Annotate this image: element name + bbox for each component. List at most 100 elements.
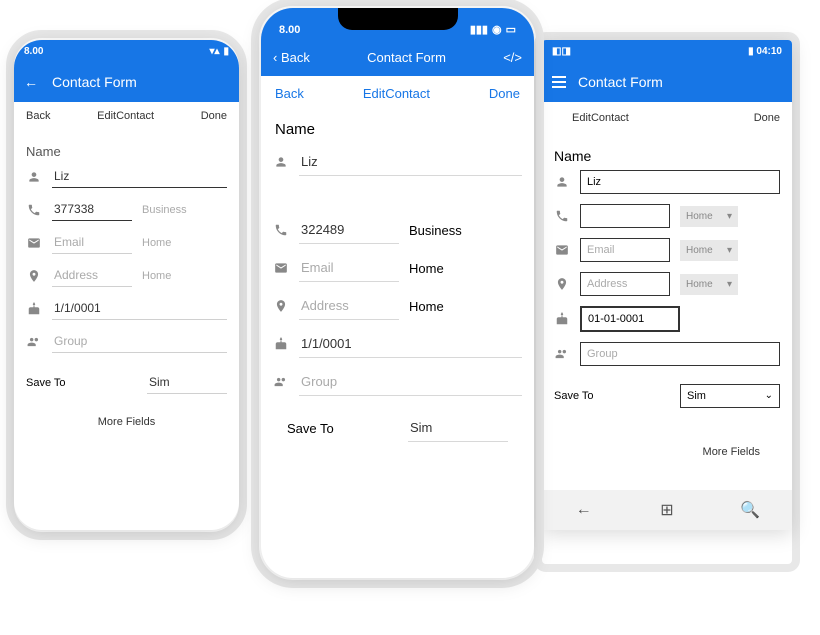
save-to-row: Save To [273,406,522,442]
group-row [26,330,227,353]
back-arrow-icon[interactable]: ← [24,74,38,90]
ios-header: ‹ Back Contact Form </> [261,38,534,76]
notch [338,8,458,30]
address-type-dropdown[interactable]: Home▾ [680,274,738,295]
win-back-button[interactable]: ← [570,496,598,524]
android-header: ← Contact Form [14,62,239,102]
address-type-label[interactable]: Home [142,270,192,282]
save-to-dropdown[interactable]: Sim⌄ [680,384,780,408]
win-header: Contact Form [542,62,792,102]
name-section-label: Name [26,144,227,159]
location-icon [273,298,289,314]
ios-subheader: Back EditContact Done [261,76,534,111]
address-row: Home [273,292,522,320]
date-row [554,306,780,332]
group-icon [273,374,289,390]
email-icon [26,235,42,251]
ios-phone: 8.00 ▮▮▮ ◉ ▭ ‹ Back Contact Form </> Bac… [261,8,534,578]
phone-field[interactable] [52,198,132,221]
address-field[interactable] [580,272,670,296]
name-section-label: Name [275,121,522,138]
win-phone: ◧◨ ▮ 04:10 Contact Form EditContact Done… [542,40,792,530]
code-button[interactable]: </> [503,50,522,65]
email-field[interactable] [52,231,132,254]
name-row [26,165,227,188]
win-content: Name Home▾ Home▾ Home▾ Save [542,134,792,474]
address-field[interactable] [52,264,132,287]
back-button[interactable]: Back [275,86,304,101]
email-field[interactable] [580,238,670,262]
battery-icon: ▮ [223,46,229,57]
birthday-icon [554,311,570,327]
email-type-label[interactable]: Home [142,237,192,249]
phone-row: Business [26,198,227,221]
save-to-field[interactable] [147,371,227,394]
edit-button[interactable]: EditContact [572,112,629,124]
date-field[interactable] [52,297,227,320]
address-field[interactable] [299,292,399,320]
name-field[interactable] [299,148,522,176]
phone-type-label[interactable]: Business [409,223,469,238]
save-to-label: Save To [287,421,334,436]
date-field[interactable] [580,306,680,332]
more-fields-button[interactable]: More Fields [26,402,227,432]
person-icon [273,154,289,170]
signal-icon: ▾▴ [209,46,219,57]
email-field[interactable] [299,254,399,282]
back-button[interactable]: Back [26,110,50,122]
group-row [273,368,522,396]
win-search-button[interactable]: 🔍 [736,496,764,524]
android-status-icons: ▾▴ ▮ [209,46,229,57]
done-button[interactable]: Done [489,86,520,101]
android-content: Name Business Home Home Sav [14,130,239,444]
page-title: Contact Form [52,74,137,90]
group-field[interactable] [299,368,522,396]
time-label: 8.00 [24,46,43,57]
nav-back-button[interactable]: ‹ Back [273,50,310,65]
save-to-label: Save To [554,390,594,402]
win-home-button[interactable]: ⊞ [653,496,681,524]
signal-icon: ▮▮▮ [470,23,488,36]
phone-type-label[interactable]: Business [142,204,192,216]
name-section-label: Name [554,148,780,164]
email-type-dropdown[interactable]: Home▾ [680,240,738,261]
name-field[interactable] [52,165,227,188]
wifi-icon: ◉ [492,23,502,36]
android-status-bar: 8.00 ▾▴ ▮ [14,40,239,62]
save-to-label: Save To [26,377,66,389]
birthday-icon [26,301,42,317]
phone-icon [273,222,289,238]
time-label: ▮ 04:10 [748,46,782,57]
more-fields-button[interactable]: More Fields [554,416,780,462]
email-row: Home [273,254,522,282]
chevron-down-icon: ▾ [727,245,732,256]
win-status-icons-left: ◧◨ [552,46,571,57]
email-type-label[interactable]: Home [409,261,469,276]
win-nav-bar: ← ⊞ 🔍 [542,490,792,530]
network-icon: ◧◨ [552,46,571,57]
date-field[interactable] [299,330,522,358]
phone-type-dropdown[interactable]: Home▾ [680,206,738,227]
name-field[interactable] [580,170,780,194]
group-field[interactable] [580,342,780,366]
phone-field[interactable] [299,216,399,244]
edit-button[interactable]: EditContact [97,110,154,122]
done-button[interactable]: Done [201,110,227,122]
address-type-label[interactable]: Home [409,299,469,314]
name-row [273,148,522,176]
page-title: Contact Form [367,50,446,65]
date-row [273,330,522,358]
chevron-down-icon: ▾ [727,211,732,222]
person-icon [554,174,570,190]
group-icon [26,334,42,350]
android-subheader: Back EditContact Done [14,102,239,130]
edit-button[interactable]: EditContact [363,86,430,101]
phone-row: Home▾ [554,204,780,228]
save-to-field[interactable] [408,414,508,442]
person-icon [26,169,42,185]
done-button[interactable]: Done [754,112,780,124]
location-icon [554,276,570,292]
group-field[interactable] [52,330,227,353]
phone-field[interactable] [580,204,670,228]
hamburger-icon[interactable] [552,76,566,88]
